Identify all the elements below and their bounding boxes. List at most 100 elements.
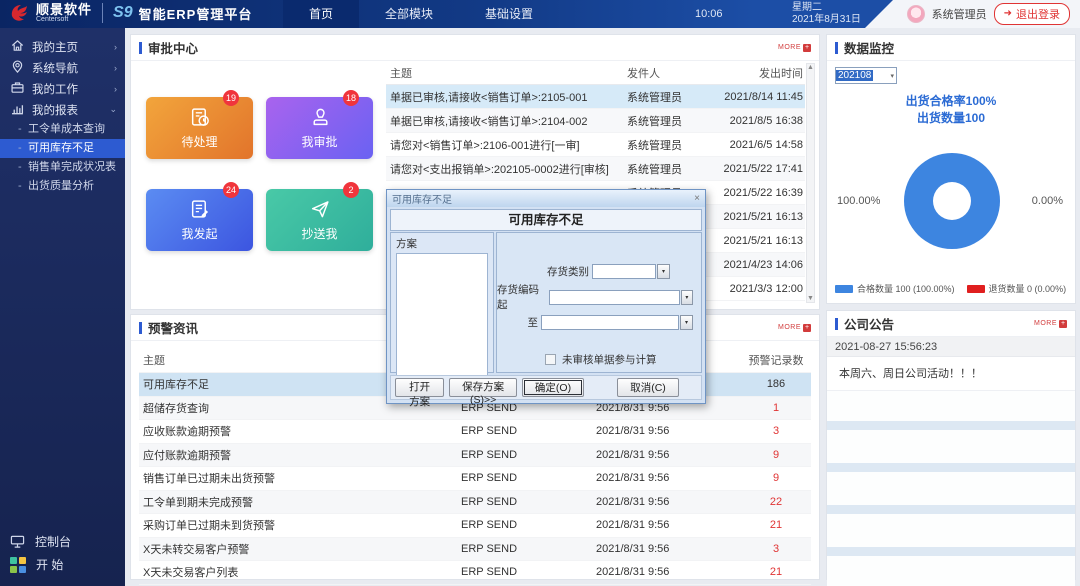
scheme-listbox[interactable] [396, 253, 488, 381]
sidebar-item-我的工作[interactable]: 我的工作 › [0, 78, 125, 99]
field-input-存货类别[interactable] [592, 264, 656, 279]
header-time: 10:06 [695, 8, 723, 20]
approval-sender: 系统管理员 [627, 163, 682, 176]
approval-time: 2021/5/22 16:39 [723, 186, 803, 199]
alert-count: 9 [772, 448, 780, 461]
alert-row[interactable]: 销售订单已过期未出货预警 ERP SEND 2021/8/31 9:56 9 [139, 467, 811, 491]
sidebar-item-我的主页[interactable]: 我的主页 › [0, 36, 125, 57]
console-icon [10, 535, 25, 548]
pass-rate-line: 出货合格率100% [905, 94, 997, 108]
alert-subject: 采购订单已过期未到货预警 [143, 520, 275, 533]
console-label: 控制台 [35, 535, 72, 549]
alert-row[interactable]: X天未交易客户列表 ERP SEND 2021/8/31 9:56 21 [139, 561, 811, 585]
stamp-icon [309, 106, 331, 131]
approval-table-scrollbar[interactable]: ▲ ▼ [806, 63, 815, 303]
approval-time: 2021/5/22 17:41 [723, 162, 803, 175]
notice-content[interactable]: 本周六、周日公司活动！！！ [827, 357, 1075, 391]
notice-panel-title: 公司公告 [844, 318, 895, 332]
alert-row[interactable]: 应付账款逾期预警 ERP SEND 2021/8/31 9:56 9 [139, 443, 811, 467]
approval-subject: 请您对<销售订单>:2106-001进行[一审] [390, 139, 580, 152]
alert-time: 2021/8/31 9:56 [596, 566, 670, 579]
sidebar-item-label: 我的工作 [32, 83, 78, 96]
sidebar-item-label: 我的主页 [32, 41, 78, 54]
header-date: 星期二 2021年8月31日 [792, 2, 861, 26]
chevron-icon: › [114, 83, 117, 94]
nav-item-全部模块[interactable]: 全部模块 [359, 0, 459, 28]
sidebar-item-我的报表[interactable]: 我的报表 ⌄ [0, 99, 125, 120]
scheme-label: 方案 [396, 238, 417, 250]
sidebar-subitem-可用库存不足[interactable]: 可用库存不足 [0, 139, 125, 158]
alert-row[interactable]: X天未转交易客户预警 ERP SEND 2021/8/31 9:56 3 [139, 537, 811, 561]
alert-row[interactable]: 采购订单已过期未到货预警 ERP SEND 2021/8/31 9:56 21 [139, 514, 811, 538]
pass-rate-donut-chart [904, 153, 1000, 249]
sidebar-subitem-工令单成本查询[interactable]: 工令单成本查询 [0, 120, 125, 139]
user-avatar[interactable] [906, 5, 925, 23]
count-badge: 18 [342, 90, 359, 106]
sidebar-item-label: 我的报表 [32, 104, 78, 117]
field-lookup-button[interactable]: ▾ [657, 264, 670, 279]
tile-我审批[interactable]: 我审批 18 [266, 90, 373, 159]
sidebar-start[interactable]: 开 始 [0, 553, 125, 576]
unaudited-checkbox[interactable] [545, 354, 556, 365]
open-scheme-button[interactable]: 打开方案 [395, 378, 445, 408]
product-name: 智能ERP管理平台 [138, 6, 253, 22]
scroll-up-icon[interactable]: ▲ [807, 64, 814, 71]
tile-label: 抄送我 [301, 227, 338, 241]
logo-divider [102, 3, 104, 23]
tile-抄送我[interactable]: 抄送我 2 [266, 182, 373, 251]
sidebar: 我的主页 › 系统导航 › 我的工作 › 我的报表 ⌄ 工令单成本查询可用库存不足销售单完成状… [0, 28, 125, 586]
tile-待处理[interactable]: 待处理 19 [146, 90, 253, 159]
sidebar-console[interactable]: 控制台 [0, 530, 125, 553]
scroll-down-icon[interactable]: ▼ [807, 295, 814, 302]
ok-button[interactable]: 确定(O) [522, 378, 584, 397]
notice-more-button[interactable]: MORE + [1034, 319, 1067, 328]
col-sender: 发件人 [627, 67, 660, 80]
field-row-至: 至 ▾ [497, 315, 693, 330]
sidebar-subitem-出货质量分析[interactable]: 出货质量分析 [0, 177, 125, 196]
approval-row[interactable]: 请您对<支出报销单>:202105-0002进行[审核] 系统管理员 2021/5/… [386, 157, 805, 181]
approval-row[interactable]: 单据已审核,请接收<销售订单>:2104-002 系统管理员 2021/8/5 16… [386, 109, 805, 133]
field-input-至[interactable] [541, 315, 679, 330]
alert-time: 2021/8/31 9:56 [596, 542, 670, 555]
field-label: 存货编码起 [497, 284, 540, 311]
chevron-icon: › [114, 62, 117, 73]
approval-time: 2021/5/21 16:13 [723, 234, 803, 247]
alert-sender: ERP SEND [461, 425, 518, 438]
approval-time: 2021/6/5 14:58 [729, 138, 803, 151]
logo-en: Centersoft [36, 16, 69, 23]
alert-row[interactable]: 应收账款逾期预警 ERP SEND 2021/8/31 9:56 3 [139, 420, 811, 444]
field-lookup-button[interactable]: ▾ [680, 315, 693, 330]
more-icon: + [803, 323, 811, 332]
logout-button[interactable]: ➜ 退出登录 [993, 3, 1070, 25]
approval-panel-title: 审批中心 [148, 42, 199, 56]
approval-row[interactable]: 单据已审核,请接收<销售订单>:2105-001 系统管理员 2021/8/14 1… [386, 85, 805, 109]
alert-time: 2021/8/31 9:56 [596, 425, 670, 438]
data-monitor-panel: 数据监控 202108 ▾ 出货合格率100% 出货数量100 100.00% … [826, 34, 1076, 304]
approval-row[interactable]: 请您对<销售订单>:2106-001进行[一审] 系统管理员 2021/6/5 14… [386, 133, 805, 157]
alerts-more-button[interactable]: MORE + [778, 323, 811, 332]
sidebar-subitem-销售单完成状况表[interactable]: 销售单完成状况表 [0, 158, 125, 177]
alert-time: 2021/8/31 9:56 [596, 448, 670, 461]
save-scheme-button[interactable]: 保存方案(S)>> [449, 378, 517, 406]
nav-item-基础设置[interactable]: 基础设置 [459, 0, 559, 28]
close-icon[interactable]: × [694, 193, 700, 204]
tile-我发起[interactable]: 我发起 24 [146, 182, 253, 251]
alert-sender: ERP SEND [461, 566, 518, 579]
field-input-存货编码起[interactable] [549, 289, 680, 305]
approval-more-button[interactable]: MORE + [778, 43, 811, 52]
nav-item-首页[interactable]: 首页 [283, 0, 360, 28]
legend-swatch [835, 284, 853, 293]
more-icon: + [1059, 319, 1067, 328]
field-lookup-button[interactable]: ▾ [680, 289, 693, 305]
dialog-titlebar[interactable]: 可用库存不足 × [387, 190, 705, 207]
sidebar-item-系统导航[interactable]: 系统导航 › [0, 57, 125, 78]
alert-row[interactable]: 工令单到期未完成预警 ERP SEND 2021/8/31 9:56 22 [139, 490, 811, 514]
period-select[interactable]: 202108 ▾ [835, 67, 897, 84]
alert-sender: ERP SEND [461, 542, 518, 555]
legend-item: 退货数量 0 (0.00%) [966, 282, 1066, 295]
header-date-value: 2021年8月31日 [792, 14, 861, 25]
alert-count: 22 [769, 495, 783, 508]
field-label: 存货类别 [547, 266, 589, 278]
cancel-button[interactable]: 取消(C) [617, 378, 679, 397]
approval-sender: 系统管理员 [627, 139, 682, 152]
